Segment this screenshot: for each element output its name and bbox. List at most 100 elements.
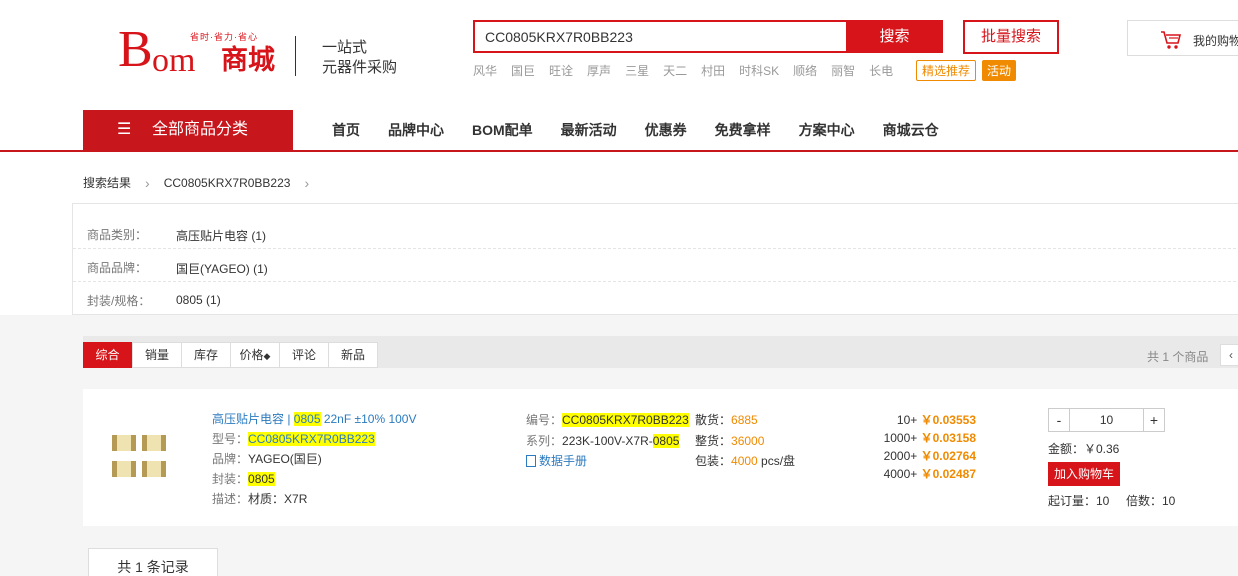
price-tier-qty: 10+ — [896, 413, 918, 427]
chip-image — [112, 435, 136, 451]
nav-underline — [0, 150, 1238, 152]
nav-item-samples[interactable]: 免费拿样 — [715, 110, 771, 150]
nav-item-activities[interactable]: 最新活动 — [561, 110, 617, 150]
logo-shop-text[interactable]: 商城 — [221, 44, 275, 76]
activity-tag[interactable]: 活动 — [982, 60, 1017, 81]
hot-word-link[interactable]: 国巨 — [511, 62, 535, 79]
sort-tab-reviews[interactable]: 评论 — [279, 342, 329, 368]
min-order-text: 起订量：10 — [1048, 494, 1110, 508]
series-prefix: 223K-100V-X7R- — [562, 434, 653, 448]
qty-decrement-button[interactable]: - — [1048, 408, 1070, 432]
filter-value[interactable]: 高压贴片电容 (1) — [176, 227, 266, 244]
filter-value[interactable]: 0805 (1) — [176, 293, 221, 307]
hot-word-link[interactable]: 旺诠 — [549, 62, 573, 79]
featured-tag[interactable]: 精选推荐 — [916, 60, 977, 81]
sort-tab-new[interactable]: 新品 — [328, 342, 378, 368]
amount-text: 金额：￥0.36 — [1048, 442, 1120, 456]
nav-item-solutions[interactable]: 方案中心 — [799, 110, 855, 150]
filter-row-category: 商品类别： 高压贴片电容 (1) — [73, 216, 1238, 249]
filter-panel: 商品类别： 高压贴片电容 (1) 商品品牌： 国巨(YAGEO) (1) 封装/… — [72, 203, 1238, 315]
datasheet-link[interactable]: 数据手册 — [526, 452, 587, 469]
nav-item-warehouse[interactable]: 商城云仓 — [883, 110, 939, 150]
menu-icon: ☰ — [117, 121, 132, 138]
hot-word-link[interactable]: 时科SK — [739, 62, 779, 79]
pack-value: 4000 — [731, 454, 758, 468]
all-categories-button[interactable]: ☰ 全部商品分类 — [83, 110, 293, 150]
nav-item-brands[interactable]: 品牌中心 — [388, 110, 444, 150]
qty-increment-button[interactable]: + — [1143, 408, 1165, 432]
filter-value[interactable]: 国巨(YAGEO) (1) — [176, 260, 268, 277]
breadcrumb: 搜索结果 › CC0805KRX7R0BB223 › — [83, 174, 309, 191]
logo-letters-om[interactable]: om — [152, 44, 195, 78]
product-code-line: 编号：CC0805KRX7R0BB223 — [526, 411, 689, 428]
sort-tab-stock[interactable]: 库存 — [181, 342, 231, 368]
logo-divider — [295, 36, 296, 76]
hot-word-link[interactable]: 三星 — [625, 62, 649, 79]
logo-letter-b[interactable]: B — [118, 22, 153, 78]
product-brand-line: 品牌：YAGEO(国巨) — [212, 450, 322, 467]
chevron-right-icon: › — [145, 174, 150, 191]
add-to-cart-button[interactable]: 加入购物车 — [1048, 462, 1120, 486]
search-input[interactable] — [475, 22, 846, 51]
hot-word-link[interactable]: 丽智 — [831, 62, 855, 79]
price-tier-price: ￥0.02487 — [920, 467, 976, 481]
product-title-suffix: 22nF ±10% 100V — [320, 412, 417, 426]
model-value[interactable]: CC0805KRX7R0BB223 — [248, 432, 375, 446]
price-tier: 1000+ ￥0.03158 — [860, 429, 976, 446]
desc-label: 描述： — [212, 492, 249, 506]
nav-item-bom[interactable]: BOM配单 — [472, 110, 533, 150]
all-categories-label: 全部商品分类 — [152, 121, 249, 138]
search-button[interactable]: 搜索 — [846, 20, 943, 53]
filter-key: 商品类别： — [87, 228, 148, 242]
sort-tab-sales[interactable]: 销量 — [132, 342, 182, 368]
main-nav: 首页 品牌中心 BOM配单 最新活动 优惠券 免费拿样 方案中心 商城云仓 — [332, 110, 967, 150]
product-title[interactable]: 高压贴片电容 | 0805 22nF ±10% 100V — [212, 410, 416, 427]
sort-tab-price[interactable]: 价格◆ — [230, 342, 280, 368]
price-tier: 4000+ ￥0.02487 — [860, 465, 976, 482]
search-field[interactable] — [473, 20, 846, 53]
my-cart-label[interactable]: 我的购物车 — [1193, 32, 1238, 49]
sort-tab-overall[interactable]: 综合 — [83, 342, 132, 368]
prev-page-button[interactable]: ‹ — [1220, 344, 1238, 366]
brand-label: 品牌： — [212, 452, 249, 466]
loose-stock-line: 散货：6885 — [695, 411, 758, 428]
filter-key: 封装/规格： — [87, 294, 151, 308]
pack-label: 包装： — [695, 454, 732, 468]
full-label: 整货： — [695, 434, 732, 448]
hot-word-link[interactable]: 风华 — [473, 62, 497, 79]
code-label: 编号： — [526, 413, 563, 427]
model-label: 型号： — [212, 432, 249, 446]
price-tier-qty: 2000+ — [883, 449, 918, 463]
chip-image — [142, 435, 166, 451]
hot-word-link[interactable]: 顺络 — [793, 62, 817, 79]
breadcrumb-root[interactable]: 搜索结果 — [83, 174, 131, 191]
code-value: CC0805KRX7R0BB223 — [562, 413, 689, 427]
chip-image — [112, 461, 136, 477]
hot-word-link[interactable]: 村田 — [701, 62, 725, 79]
series-label: 系列： — [526, 434, 563, 448]
series-highlight: 0805 — [652, 434, 680, 448]
brand-value: YAGEO(国巨) — [248, 452, 322, 466]
nav-item-coupons[interactable]: 优惠券 — [645, 110, 687, 150]
nav-item-home[interactable]: 首页 — [332, 110, 360, 150]
datasheet-label: 数据手册 — [539, 454, 588, 468]
full-value: 36000 — [731, 434, 765, 448]
price-tier-price: ￥0.03553 — [920, 413, 976, 427]
bulk-search-button[interactable]: 批量搜索 — [963, 20, 1059, 54]
filter-row-brand: 商品品牌： 国巨(YAGEO) (1) — [73, 249, 1238, 282]
logo-tagline-1: 一站式 — [322, 39, 368, 56]
price-tier-qty: 4000+ — [883, 467, 918, 481]
price-tier: 10+ ￥0.03553 — [860, 411, 976, 428]
chevron-right-icon: › — [304, 174, 310, 191]
quantity-input[interactable]: 10 — [1070, 408, 1143, 432]
multiple-text: 倍数：10 — [1126, 494, 1176, 508]
loose-label: 散货： — [695, 413, 732, 427]
hot-word-link[interactable]: 天二 — [663, 62, 687, 79]
total-count: 共 1 个商品 — [1147, 350, 1209, 364]
hot-word-link[interactable]: 厚声 — [587, 62, 611, 79]
package-value: 0805 — [248, 472, 275, 486]
hot-word-link[interactable]: 长电 — [869, 62, 893, 79]
filter-row-package: 封装/规格： 0805 (1) — [73, 282, 1238, 315]
price-tier-qty: 1000+ — [883, 431, 918, 445]
pack-unit: pcs/盘 — [757, 454, 796, 468]
